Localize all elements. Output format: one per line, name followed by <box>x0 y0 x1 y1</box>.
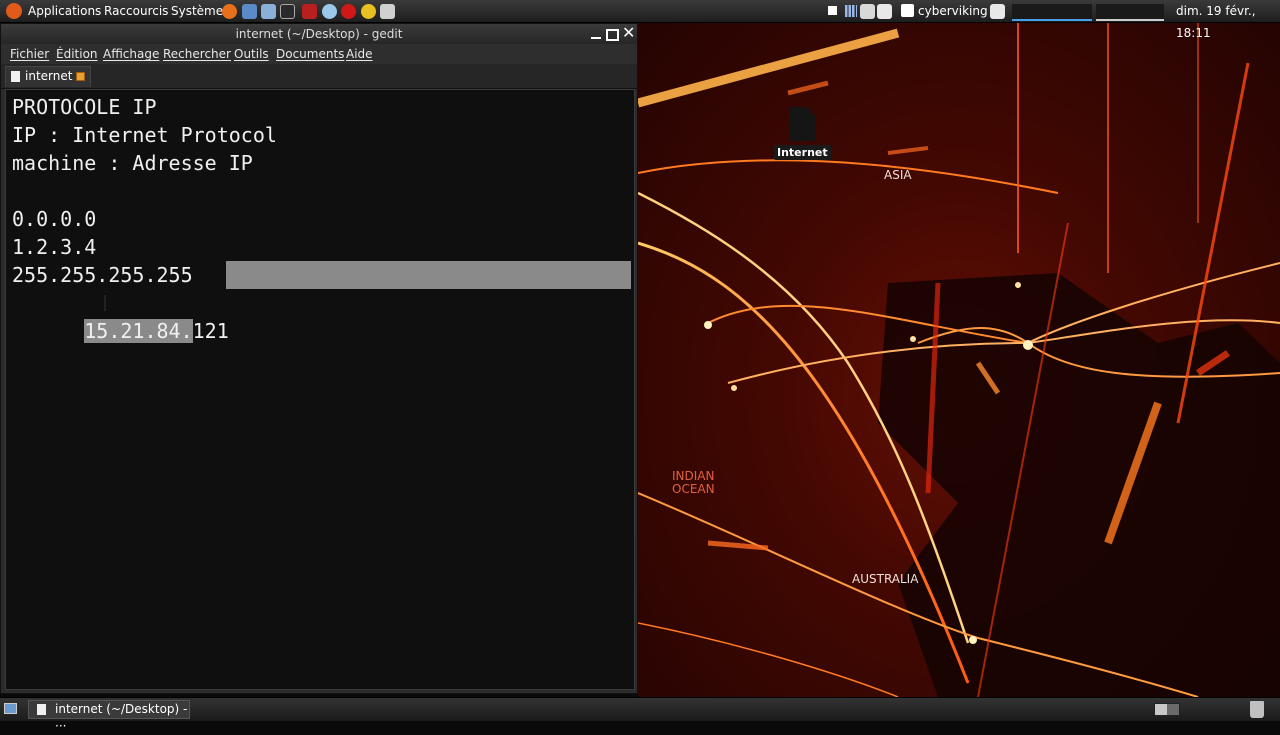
ubuntu-logo-icon[interactable] <box>6 3 22 19</box>
desktop-icon-internet[interactable]: Internet <box>774 107 831 165</box>
software-icon[interactable] <box>322 4 337 19</box>
menu-view[interactable]: Affichage <box>103 44 159 64</box>
menu-edit[interactable]: Édition <box>56 44 98 64</box>
screenshot-icon[interactable] <box>380 4 395 19</box>
mail-icon[interactable] <box>877 4 892 19</box>
text-editor[interactable]: PROTOCOLE IP IP : Internet Protocol mach… <box>5 89 635 690</box>
menu-documents[interactable]: Documents <box>276 44 344 64</box>
editor-line: IP : Internet Protocol <box>12 123 277 147</box>
app-icon[interactable] <box>302 4 317 19</box>
taskbar-window-label: internet (~/Desktop) - ··· <box>55 702 188 733</box>
tab-internet[interactable]: internet <box>5 66 91 87</box>
menu-places[interactable]: Raccourcis <box>104 0 168 22</box>
map-label-australia: AUSTRALIA <box>852 572 919 586</box>
close-button[interactable]: ✕ <box>621 23 637 44</box>
menu-tools[interactable]: Outils <box>234 44 269 64</box>
terminal-icon[interactable] <box>280 4 295 19</box>
clock[interactable]: dim. 19 févr., 18:11 <box>1176 0 1280 40</box>
firefox-icon[interactable] <box>222 4 237 19</box>
menu-file[interactable]: Fichier <box>10 44 49 64</box>
cpu-monitor-graph <box>1096 4 1164 21</box>
unselected-text: 121 <box>192 319 229 343</box>
minimize-button[interactable] <box>589 24 603 44</box>
close-icon: ✕ <box>622 23 636 42</box>
selected-text: 15.21.84. <box>84 319 193 343</box>
minimize-icon <box>591 37 601 39</box>
taskbar-window-button[interactable]: internet (~/Desktop) - ··· <box>28 700 190 733</box>
menu-applications[interactable]: Applications <box>28 0 101 22</box>
editor-line: 1.2.3.4 <box>12 235 97 259</box>
bottom-panel: internet (~/Desktop) - ··· <box>0 697 1280 733</box>
editor-line: PROTOCOLE IP <box>12 95 157 119</box>
editor-line: 0.0.0.0 <box>12 207 97 231</box>
map-label-asia: ASIA <box>884 168 912 182</box>
menu-help[interactable]: Aide <box>346 44 373 64</box>
trash-icon[interactable] <box>1250 701 1264 718</box>
editor-line: machine : Adresse IP <box>12 151 253 175</box>
chrome-icon[interactable] <box>361 4 376 19</box>
printer-icon[interactable] <box>860 4 875 19</box>
gedit-window: internet (~/Desktop) - gedit ✕ Fichier É… <box>0 23 638 694</box>
username[interactable]: cyberviking <box>918 0 988 22</box>
editor-line: 255.255.255.255 <box>12 263 193 287</box>
text-cursor-icon <box>104 295 106 311</box>
user-icon[interactable] <box>901 4 914 17</box>
network-icon[interactable] <box>242 4 257 19</box>
menu-bar: Fichier Édition Affichage Rechercher Out… <box>1 44 637 64</box>
tab-bar: internet <box>1 64 637 89</box>
menu-search[interactable]: Rechercher <box>163 44 231 64</box>
session-icon[interactable] <box>990 4 1005 19</box>
document-icon <box>37 704 46 715</box>
files-icon[interactable] <box>261 4 276 19</box>
wallpaper-graphic <box>638 23 1280 697</box>
network-monitor-graph <box>1012 4 1092 21</box>
editor-line-selected: 15.21.84.121 <box>12 289 229 373</box>
window-titlebar[interactable]: internet (~/Desktop) - gedit ✕ <box>1 23 637 44</box>
desktop-icon-label: Internet <box>774 145 831 160</box>
tab-close-icon[interactable] <box>76 72 85 81</box>
show-desktop-icon[interactable] <box>4 703 17 714</box>
map-label-indian-ocean: INDIAN OCEAN <box>672 469 715 496</box>
menu-system[interactable]: Système <box>171 0 223 22</box>
file-icon <box>789 107 815 141</box>
workspace-switcher[interactable] <box>1154 703 1180 716</box>
window-title: internet (~/Desktop) - gedit <box>235 27 403 41</box>
document-icon <box>11 71 20 82</box>
tab-label: internet <box>25 69 73 83</box>
checkbox-icon[interactable] <box>828 6 837 15</box>
maximize-button[interactable] <box>605 24 619 44</box>
maximize-icon <box>606 29 619 41</box>
top-panel: Applications Raccourcis Système cybervik… <box>0 0 1280 40</box>
selection-highlight <box>226 261 631 289</box>
opera-icon[interactable] <box>341 4 356 19</box>
desktop-wallpaper: ASIA INDIAN OCEAN AUSTRALIA Internet <box>638 23 1280 697</box>
signal-icon <box>845 5 857 17</box>
